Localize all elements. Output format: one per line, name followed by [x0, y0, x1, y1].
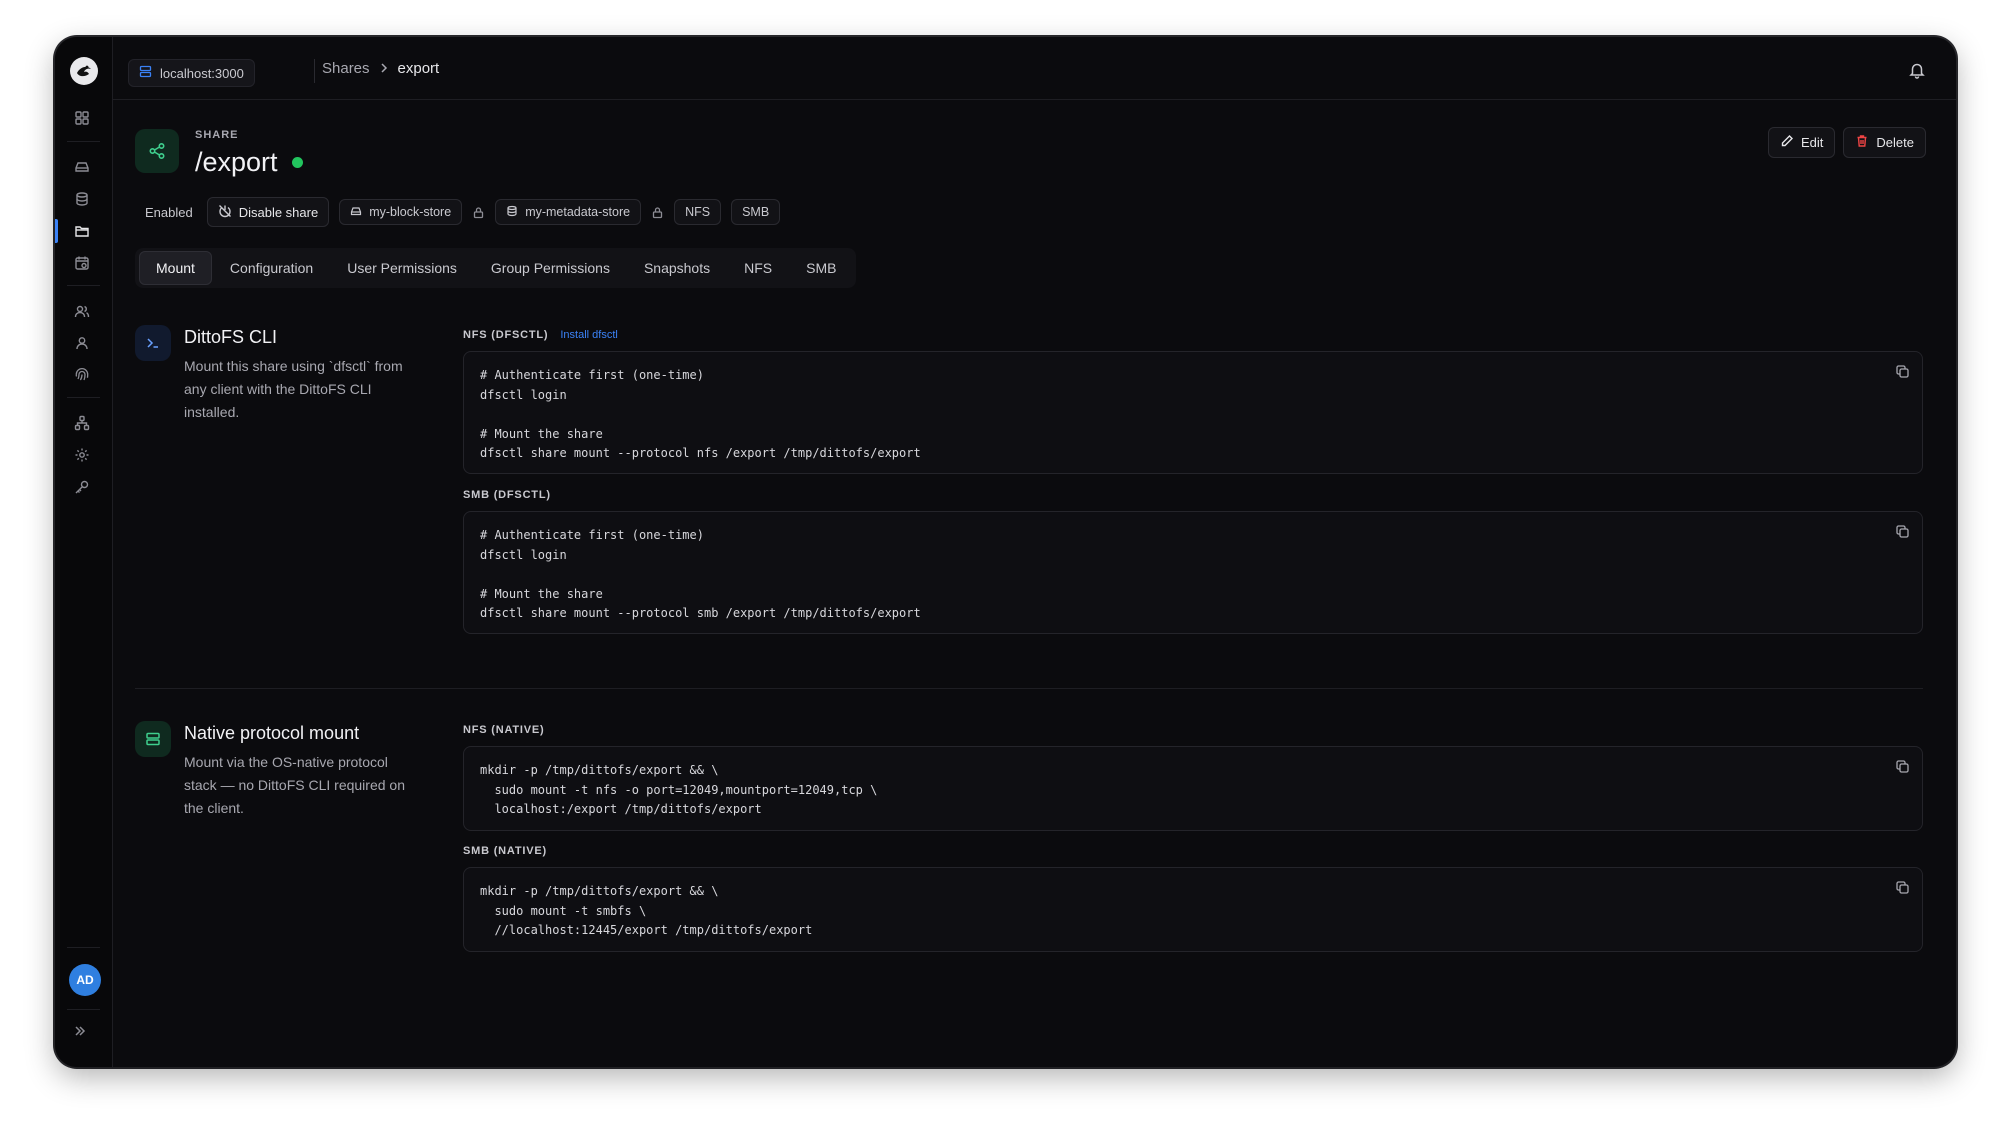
metadata-store-icon[interactable]	[71, 188, 93, 210]
status-dot	[291, 157, 303, 168]
groups-icon[interactable]	[71, 332, 93, 354]
smb-dfsctl-label: SMB (DFSCTL)	[463, 489, 551, 501]
breadcrumb-shares[interactable]: Shares	[322, 60, 370, 77]
share-icon	[135, 129, 179, 173]
smb-native-code-block[interactable]: mkdir -p /tmp/dittofs/export && \ sudo m…	[463, 867, 1923, 952]
code-line: sudo mount -t nfs -o port=12049,mountpor…	[480, 782, 878, 797]
copy-icon[interactable]	[1895, 524, 1910, 544]
tab-snapshots[interactable]: Snapshots	[628, 252, 726, 284]
user-avatar[interactable]: AD	[69, 964, 101, 996]
app-logo[interactable]	[70, 57, 98, 85]
nfs-dfsctl-label: NFS (DFSCTL) Install dfsctl	[463, 329, 618, 341]
nfs-native-code-block[interactable]: mkdir -p /tmp/dittofs/export && \ sudo m…	[463, 746, 1923, 831]
code-line: dfsctl login	[480, 547, 567, 562]
code-line: # Mount the share	[480, 586, 603, 601]
tab-group-permissions[interactable]: Group Permissions	[475, 252, 626, 284]
block-store-badge[interactable]: my-block-store	[339, 199, 463, 225]
expand-sidebar-icon[interactable]	[73, 1024, 87, 1043]
key-icon[interactable]	[71, 476, 93, 498]
server-icon	[139, 65, 152, 81]
tab-nfs[interactable]: NFS	[728, 252, 788, 284]
nfs-dfsctl-code-block[interactable]: # Authenticate first (one-time) dfsctl l…	[463, 351, 1923, 474]
database-icon	[506, 205, 518, 220]
server-selector[interactable]: localhost:3000	[128, 59, 255, 87]
schedule-icon[interactable]	[71, 252, 93, 274]
network-icon[interactable]	[71, 412, 93, 434]
tab-configuration[interactable]: Configuration	[214, 252, 329, 284]
notifications-bell-icon[interactable]	[1908, 61, 1926, 84]
native-section-title: Native protocol mount	[184, 723, 360, 743]
tab-smb[interactable]: SMB	[790, 252, 852, 284]
code-line: dfsctl login	[480, 387, 567, 402]
native-section-description: Mount via the OS-native protocol stack —…	[184, 754, 405, 816]
users-icon[interactable]	[71, 300, 93, 322]
copy-icon[interactable]	[1895, 759, 1910, 779]
install-dfsctl-link[interactable]: Install dfsctl	[560, 329, 617, 341]
code-line: mkdir -p /tmp/dittofs/export && \	[480, 763, 719, 777]
nfs-native-label: NFS (NATIVE)	[463, 724, 545, 736]
code-line: # Authenticate first (one-time)	[480, 528, 704, 542]
code-line: # Authenticate first (one-time)	[480, 368, 704, 382]
terminal-icon	[135, 325, 171, 361]
smb-native-label: SMB (NATIVE)	[463, 845, 547, 857]
share-meta-row: Enabled Disable share my-block-store my-…	[145, 197, 781, 227]
code-line: localhost:/export /tmp/dittofs/export	[480, 802, 762, 816]
share-name: /export	[195, 147, 278, 177]
top-bar: localhost:3000 Shares export	[112, 37, 1956, 100]
cli-section-title: DittoFS CLI	[184, 327, 278, 347]
code-line: sudo mount -t smbfs \	[480, 903, 647, 918]
chevron-right-icon	[380, 60, 388, 77]
page-title: /export	[195, 147, 303, 178]
power-off-icon	[218, 204, 232, 221]
edit-button[interactable]: Edit	[1768, 127, 1836, 158]
delete-button[interactable]: Delete	[1843, 127, 1926, 158]
trash-icon	[1855, 134, 1869, 151]
share-kicker: SHARE	[195, 129, 239, 141]
pencil-icon	[1780, 134, 1794, 151]
code-line: mkdir -p /tmp/dittofs/export && \	[480, 884, 719, 898]
protocol-badge-smb: SMB	[731, 199, 781, 225]
lock-icon	[651, 206, 664, 219]
settings-gear-icon[interactable]	[71, 444, 93, 466]
smb-dfsctl-code-block[interactable]: # Authenticate first (one-time) dfsctl l…	[463, 511, 1923, 634]
breadcrumb-current: export	[397, 60, 440, 77]
tab-mount[interactable]: Mount	[139, 251, 212, 285]
protocol-badge-nfs: NFS	[674, 199, 722, 225]
hard-drive-icon	[350, 205, 362, 220]
shares-folder-icon[interactable]	[71, 220, 93, 242]
tab-user-permissions[interactable]: User Permissions	[331, 252, 473, 284]
code-line: //localhost:12445/export /tmp/dittofs/ex…	[480, 923, 813, 937]
cli-section-description: Mount this share using `dfsctl` from any…	[184, 358, 403, 420]
breadcrumb: Shares export	[322, 60, 439, 77]
fingerprint-icon[interactable]	[71, 364, 93, 386]
app-window: AD localhost:3000 Shares export SHARE /e…	[55, 37, 1956, 1067]
metadata-store-badge[interactable]: my-metadata-store	[495, 199, 642, 225]
server-address: localhost:3000	[160, 65, 244, 81]
tab-bar: Mount Configuration User Permissions Gro…	[135, 248, 857, 288]
code-line: dfsctl share mount --protocol smb /expor…	[480, 606, 921, 620]
copy-icon[interactable]	[1895, 880, 1910, 900]
code-line: # Mount the share	[480, 426, 603, 441]
code-line: dfsctl share mount --protocol nfs /expor…	[480, 446, 921, 460]
header-actions: Edit Delete	[1768, 127, 1926, 158]
dashboard-icon[interactable]	[71, 107, 93, 129]
sidebar: AD	[55, 37, 113, 1067]
section-divider	[135, 688, 1923, 689]
server-stack-icon	[135, 721, 171, 757]
lock-icon	[472, 206, 485, 219]
block-store-icon[interactable]	[71, 156, 93, 178]
copy-icon[interactable]	[1895, 364, 1910, 384]
status-text: Enabled	[145, 204, 193, 220]
disable-share-button[interactable]: Disable share	[206, 197, 330, 227]
